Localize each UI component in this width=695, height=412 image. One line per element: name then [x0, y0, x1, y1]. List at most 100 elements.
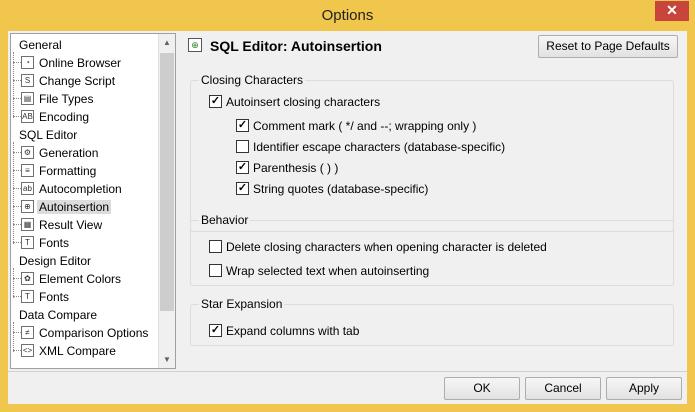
autoinsertion-icon: ⊕ — [188, 38, 202, 52]
element-colors-icon: ✿ — [21, 272, 34, 285]
tree-item[interactable]: ≠ Comparison Options — [11, 324, 161, 342]
tree-item-label: Comparison Options — [39, 326, 149, 340]
window-title: Options — [321, 7, 374, 24]
tree-category-label: General — [19, 38, 62, 52]
option-label: Autoinsert closing characters — [226, 95, 381, 109]
tree-item-label: Online Browser — [39, 56, 122, 70]
tree-item[interactable]: ▤ File Types — [11, 90, 161, 108]
tree-item[interactable]: ab Autocompletion — [11, 180, 161, 198]
empty-checkbox-icon[interactable] — [209, 264, 222, 277]
tree-item[interactable]: ≡ Formatting — [11, 162, 161, 180]
tree-connector — [13, 62, 21, 63]
option-label: Comment mark ( */ and --; wrapping only … — [253, 119, 477, 133]
tree-connector — [13, 332, 21, 333]
tree-category-label: SQL Editor — [19, 128, 78, 142]
checkmark-icon[interactable]: ✓ — [209, 95, 222, 108]
tree-connector — [13, 350, 21, 351]
scroll-down-arrow-icon[interactable]: ▼ — [159, 351, 175, 368]
tree-connector — [13, 268, 14, 298]
tree-item-label: Element Colors — [39, 272, 122, 286]
tree-connector — [13, 116, 21, 117]
ok-button[interactable]: OK — [444, 377, 520, 400]
tree-connector — [13, 80, 21, 81]
option-label: Wrap selected text when autoinserting — [226, 264, 430, 278]
result-view-icon: ▦ — [21, 218, 34, 231]
group-title: Star Expansion — [199, 297, 285, 311]
tree-connector — [13, 278, 21, 279]
tree-connector — [13, 296, 21, 297]
formatting-icon: ≡ — [21, 164, 34, 177]
empty-checkbox-icon[interactable] — [209, 240, 222, 253]
close-button[interactable]: ✕ — [655, 1, 689, 21]
fonts-icon: T — [21, 290, 34, 303]
option-label: String quotes (database-specific) — [253, 182, 429, 196]
tree-item-label: Generation — [39, 146, 99, 160]
tree-item-label: Result View — [39, 218, 103, 232]
dialog-client: General ◔ Online Browser S Change Script ▤ Fil… — [8, 31, 687, 404]
tree-item[interactable]: S Change Script — [11, 72, 161, 90]
option-label: Identifier escape characters (database-s… — [253, 140, 506, 154]
footer-divider — [8, 371, 687, 372]
tree-category[interactable]: General — [11, 36, 161, 54]
tree-item[interactable]: T Fonts — [11, 288, 161, 306]
tree-item-label: XML Compare — [39, 344, 116, 358]
tree-item[interactable]: ⚙ Generation — [11, 144, 161, 162]
option-label: Delete closing characters when opening c… — [226, 240, 547, 254]
scroll-thumb[interactable] — [160, 53, 174, 311]
checkmark-icon[interactable]: ✓ — [236, 119, 249, 132]
empty-checkbox-icon[interactable] — [236, 140, 249, 153]
tree-item[interactable]: T Fonts — [11, 234, 161, 252]
tree-item[interactable]: ▦ Result View — [11, 216, 161, 234]
tree-item-label: Change Script — [39, 74, 116, 88]
encoding-icon: AB — [21, 110, 34, 123]
tree-connector — [13, 242, 21, 243]
xml-compare-icon: <> — [21, 344, 34, 357]
checkmark-icon[interactable]: ✓ — [209, 324, 222, 337]
page-title: SQL Editor: Autoinsertion — [210, 38, 382, 54]
tree-connector — [13, 170, 21, 171]
tree-item[interactable]: <> XML Compare — [11, 342, 161, 360]
autocompletion-icon: ab — [21, 182, 34, 195]
checkmark-icon[interactable]: ✓ — [236, 182, 249, 195]
tree-item-label: Autocompletion — [39, 182, 122, 196]
tree-item-label: Formatting — [39, 164, 97, 178]
scroll-up-arrow-icon[interactable]: ▲ — [159, 34, 175, 51]
tree-connector — [13, 188, 21, 189]
group-title: Behavior — [199, 213, 251, 227]
generation-icon: ⚙ — [21, 146, 34, 159]
tree-category[interactable]: SQL Editor — [11, 126, 161, 144]
group-title: Closing Characters — [199, 73, 306, 87]
tree-item[interactable]: ✿ Element Colors — [11, 270, 161, 288]
tree-scrollbar[interactable]: ▲ ▼ — [158, 34, 175, 368]
autoinsertion-icon: ⊕ — [21, 200, 34, 213]
change-script-icon: S — [21, 74, 34, 87]
fonts-icon: T — [21, 236, 34, 249]
tree-connector — [13, 224, 21, 225]
tree-category-label: Design Editor — [19, 254, 92, 268]
tree-connector — [13, 206, 21, 207]
checkmark-icon[interactable]: ✓ — [236, 161, 249, 174]
tree-connector — [13, 52, 14, 118]
apply-button[interactable]: Apply — [606, 377, 682, 400]
reset-to-page-defaults-button[interactable]: Reset to Page Defaults — [538, 35, 678, 58]
option-label: Parenthesis ( ) ) — [253, 161, 339, 175]
tree-connector — [13, 98, 21, 99]
cancel-button[interactable]: Cancel — [525, 377, 601, 400]
tree-item[interactable]: ⊕ Autoinsertion — [11, 198, 161, 216]
options-tree[interactable]: General ◔ Online Browser S Change Script ▤ Fil… — [10, 33, 176, 369]
tree-item-label: Fonts — [39, 236, 70, 250]
tree-connector — [13, 322, 14, 352]
option-label: Expand columns with tab — [226, 324, 360, 338]
tree-category[interactable]: Design Editor — [11, 252, 161, 270]
title-bar[interactable]: Options ✕ — [0, 0, 695, 33]
tree-item-label: Fonts — [39, 290, 70, 304]
file-types-icon: ▤ — [21, 92, 34, 105]
tree-item[interactable]: AB Encoding — [11, 108, 161, 126]
tree-connector — [13, 152, 21, 153]
tree-connector — [13, 142, 14, 244]
online-browser-icon: ◔ — [21, 56, 34, 69]
tree-category[interactable]: Data Compare — [11, 306, 161, 324]
tree-item[interactable]: ◔ Online Browser — [11, 54, 161, 72]
tree-category-label: Data Compare — [19, 308, 98, 322]
comparison-options-icon: ≠ — [21, 326, 34, 339]
